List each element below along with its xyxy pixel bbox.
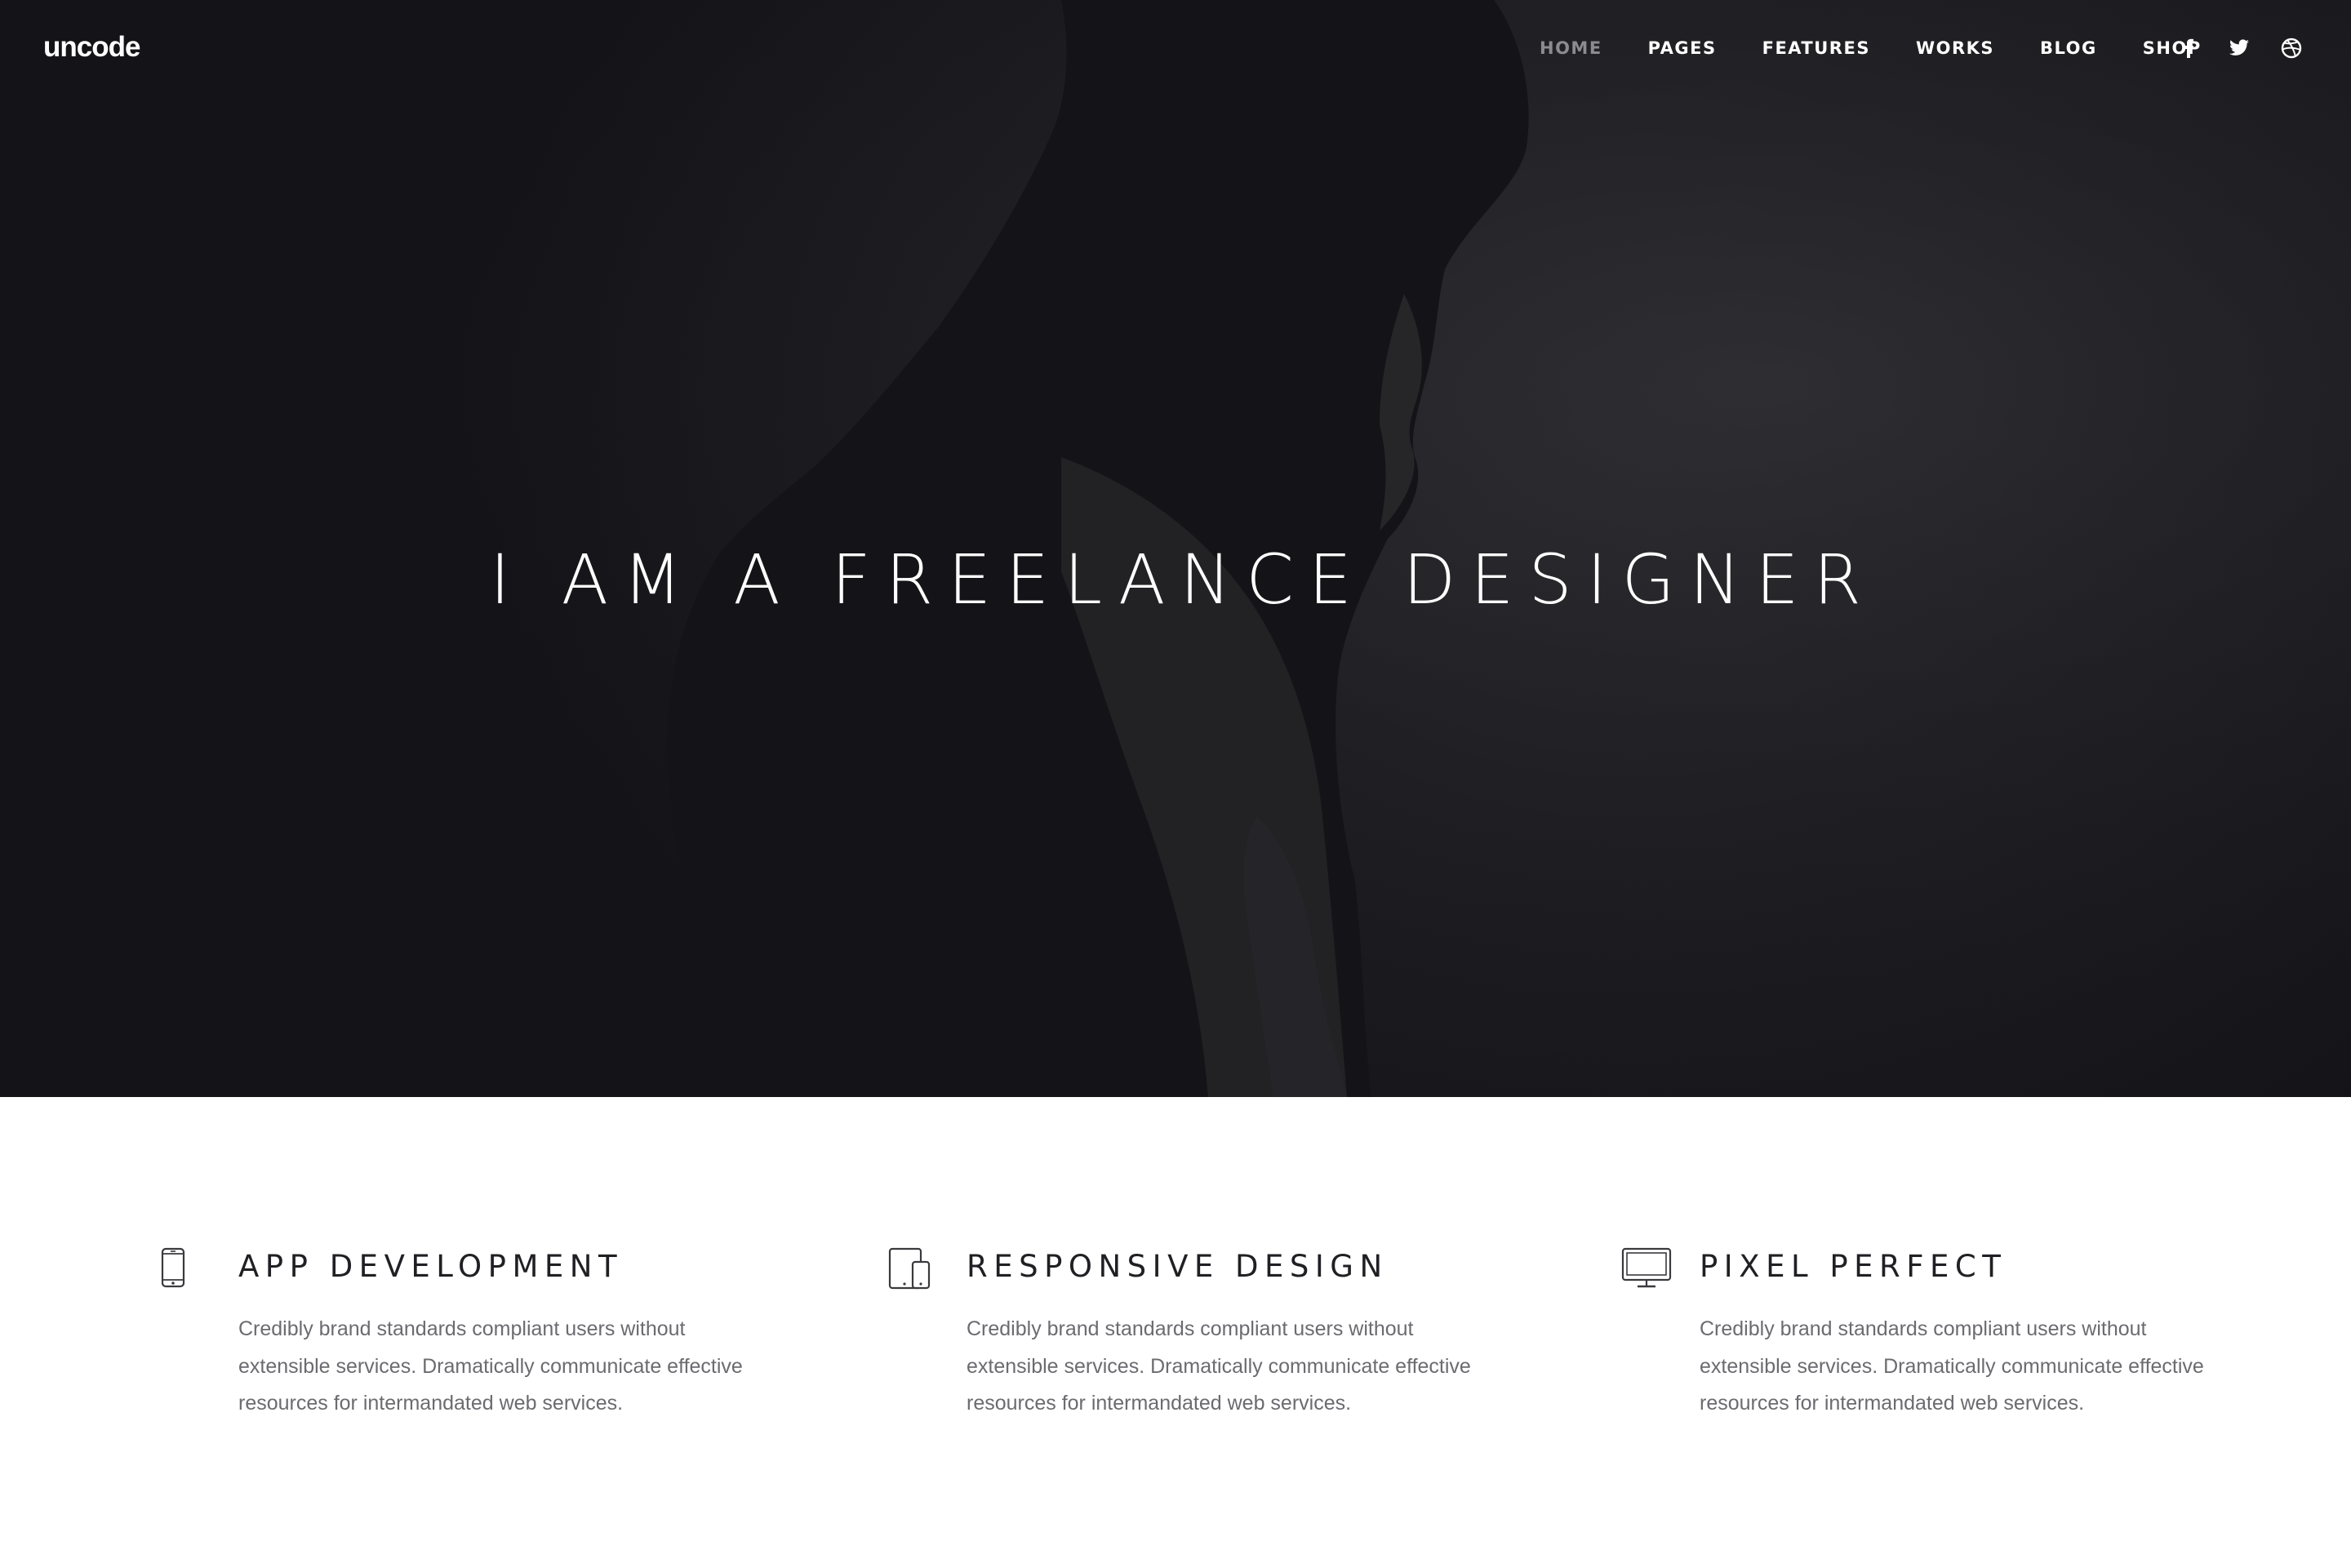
site-logo[interactable]: uncode [43,31,140,64]
hero-title: I AM A FREELANCE DESIGNER [490,540,1876,620]
feature-description: Credibly brand standards compliant users… [1700,1317,2204,1415]
tablet-phone-icon [888,1247,932,1294]
twitter-icon[interactable] [2227,36,2251,60]
feature-title: APP DEVELOPMENT [238,1249,624,1284]
nav-item-blog[interactable]: BLOG [2040,38,2097,58]
nav-item-works[interactable]: WORKS [1916,38,1994,58]
main-navigation: HOME PAGES FEATURES WORKS BLOG SHOP [1540,36,2202,60]
monitor-icon [1621,1247,1672,1294]
facebook-icon[interactable] [2176,36,2201,60]
smartphone-icon [160,1247,186,1292]
nav-item-pages[interactable]: PAGES [1648,38,1717,58]
hero-section: uncode HOME PAGES FEATURES WORKS BLOG SH… [0,0,2351,1097]
site-header: uncode HOME PAGES FEATURES WORKS BLOG SH… [0,0,2351,96]
features-section: APP DEVELOPMENT Credibly brand standards… [0,1097,2351,1568]
nav-item-home[interactable]: HOME [1540,38,1602,58]
feature-title: PIXEL PERFECT [1700,1249,2007,1284]
feature-description: Credibly brand standards compliant users… [238,1317,743,1415]
dribbble-icon[interactable] [2279,36,2304,60]
nav-item-features[interactable]: FEATURES [1762,38,1870,58]
feature-description: Credibly brand standards compliant users… [967,1317,1471,1415]
feature-title: RESPONSIVE DESIGN [967,1249,1389,1284]
